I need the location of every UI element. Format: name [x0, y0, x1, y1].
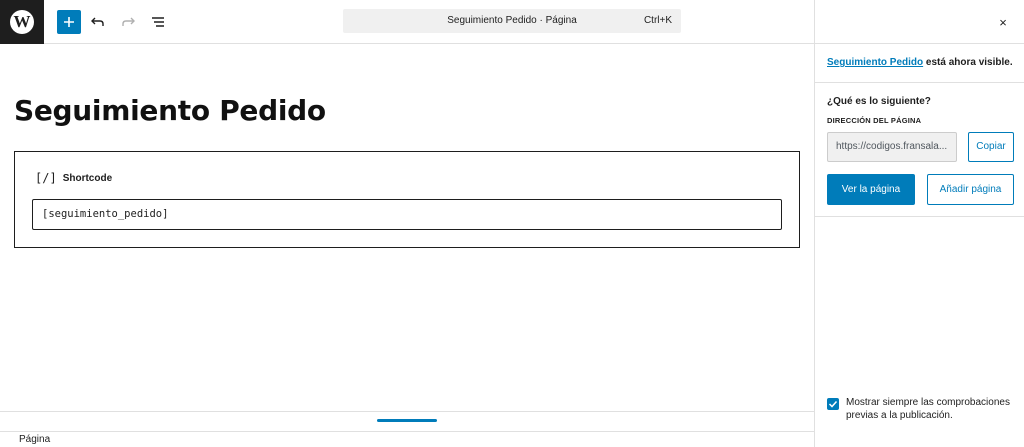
block-breadcrumb[interactable]: Página	[0, 431, 815, 447]
copy-url-button[interactable]: Copiar	[968, 132, 1014, 162]
shortcode-label-text: Shortcode	[62, 172, 113, 184]
undo-button[interactable]	[86, 10, 110, 34]
document-title: Seguimiento Pedido · Página	[447, 15, 577, 26]
prepublish-checkbox[interactable]	[827, 398, 839, 410]
shortcode-block[interactable]: [/] Shortcode [seguimiento_pedido]	[14, 151, 800, 248]
editor-canvas: Seguimiento Pedido [/] Shortcode [seguim…	[0, 44, 815, 411]
visibility-notice: Seguimiento Pedido está ahora visible.	[827, 57, 1013, 68]
post-publish-panel: × Seguimiento Pedido está ahora visible.…	[814, 0, 1024, 447]
prepublish-checkbox-label: Mostrar siempre las comprobaciones previ…	[846, 397, 1010, 421]
prepublish-checks-option[interactable]: Mostrar siempre las comprobaciones previ…	[827, 397, 1017, 422]
divider	[815, 216, 1024, 217]
close-icon: ×	[999, 14, 1007, 30]
wordpress-logo-icon: W	[10, 10, 34, 34]
visibility-suffix: está ahora visible.	[923, 57, 1013, 68]
keyboard-shortcut: Ctrl+K	[643, 15, 672, 26]
shortcode-input[interactable]: [seguimiento_pedido]	[32, 199, 782, 230]
resize-handle[interactable]	[377, 419, 437, 422]
block-inserter-button[interactable]	[57, 10, 81, 34]
shortcode-block-label: [/] Shortcode	[35, 171, 112, 185]
editor-header: W Seguimiento Pedido · Página Ctrl+K	[0, 0, 815, 44]
next-steps-heading: ¿Qué es lo siguiente?	[827, 96, 931, 107]
list-view-button[interactable]	[146, 10, 170, 34]
page-title[interactable]: Seguimiento Pedido	[14, 94, 326, 127]
page-url-field[interactable]: https://codigos.fransala...	[827, 132, 957, 162]
shortcode-icon: [/]	[35, 171, 57, 185]
add-page-button[interactable]: Añadir página	[927, 174, 1014, 205]
editor-footer: Página	[0, 411, 815, 447]
wordpress-logo-button[interactable]: W	[0, 0, 44, 44]
redo-icon	[122, 17, 135, 26]
undo-icon	[91, 17, 104, 26]
plus-icon	[64, 17, 74, 27]
view-page-button[interactable]: Ver la página	[827, 174, 915, 205]
checkmark-icon	[828, 400, 838, 408]
panel-header: ×	[815, 0, 1024, 44]
page-link[interactable]: Seguimiento Pedido	[827, 57, 923, 68]
divider	[815, 82, 1024, 83]
page-address-label: DIRECCIÓN DEL PÁGINA	[827, 116, 922, 125]
list-view-icon	[152, 17, 164, 27]
close-panel-button[interactable]: ×	[993, 12, 1013, 32]
command-palette-bar[interactable]: Seguimiento Pedido · Página Ctrl+K	[343, 9, 681, 33]
redo-button[interactable]	[116, 10, 140, 34]
